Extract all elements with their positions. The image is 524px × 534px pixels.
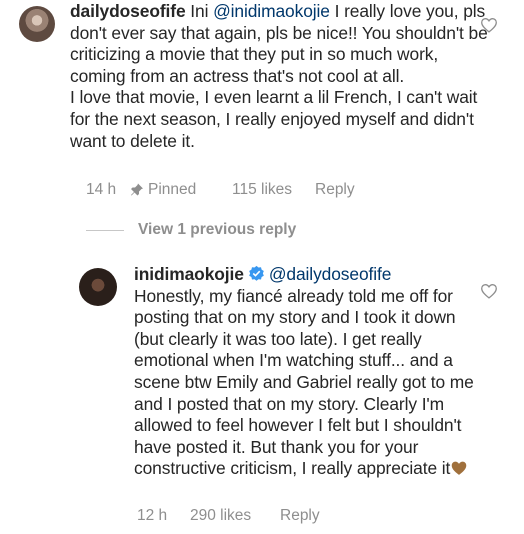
view-previous-label[interactable]: View 1 previous reply bbox=[138, 221, 296, 239]
comment-2-body: Honestly, my fiancé already told me off … bbox=[134, 285, 474, 479]
comment-1-intro: Ini bbox=[190, 1, 209, 21]
comment-1-body: I really love you, pls don't ever say th… bbox=[70, 1, 488, 151]
divider-line bbox=[86, 229, 124, 231]
comment-1-username[interactable]: dailydoseofife bbox=[70, 1, 186, 21]
avatar-dailydoseofife[interactable] bbox=[19, 6, 55, 42]
comment-2-likes[interactable]: 290 likes bbox=[190, 507, 280, 525]
verified-badge-icon bbox=[249, 265, 264, 281]
pin-icon bbox=[131, 183, 143, 196]
comment-2: inidimaokojie @dailydoseofife Honestly, m… bbox=[134, 264, 474, 480]
comment-1-reply[interactable]: Reply bbox=[315, 181, 355, 199]
comment-1: dailydoseofife Ini @inidimaokojie I real… bbox=[70, 1, 490, 152]
comment-2-time: 12 h bbox=[137, 507, 168, 524]
like-heart-icon[interactable] bbox=[480, 283, 498, 299]
comment-1-likes[interactable]: 115 likes bbox=[232, 181, 315, 199]
like-heart-icon[interactable] bbox=[480, 17, 498, 33]
comment-1-pinned: Pinned bbox=[148, 181, 197, 198]
avatar-inidimaokojie[interactable] bbox=[79, 268, 117, 306]
brown-heart-emoji bbox=[451, 462, 467, 476]
comment-2-mention[interactable]: @dailydoseofife bbox=[269, 264, 392, 284]
comment-1-time: 14 h bbox=[86, 181, 117, 198]
comment-1-mention[interactable]: @inidimaokojie bbox=[213, 1, 330, 21]
comment-2-reply[interactable]: Reply bbox=[280, 507, 320, 525]
comment-1-meta: 14 h Pinned 115 likes Reply bbox=[86, 181, 355, 199]
comment-2-meta: 12 h 290 likes Reply bbox=[137, 507, 320, 525]
comment-2-username[interactable]: inidimaokojie bbox=[134, 264, 244, 284]
view-previous-replies[interactable]: View 1 previous reply bbox=[86, 221, 296, 239]
